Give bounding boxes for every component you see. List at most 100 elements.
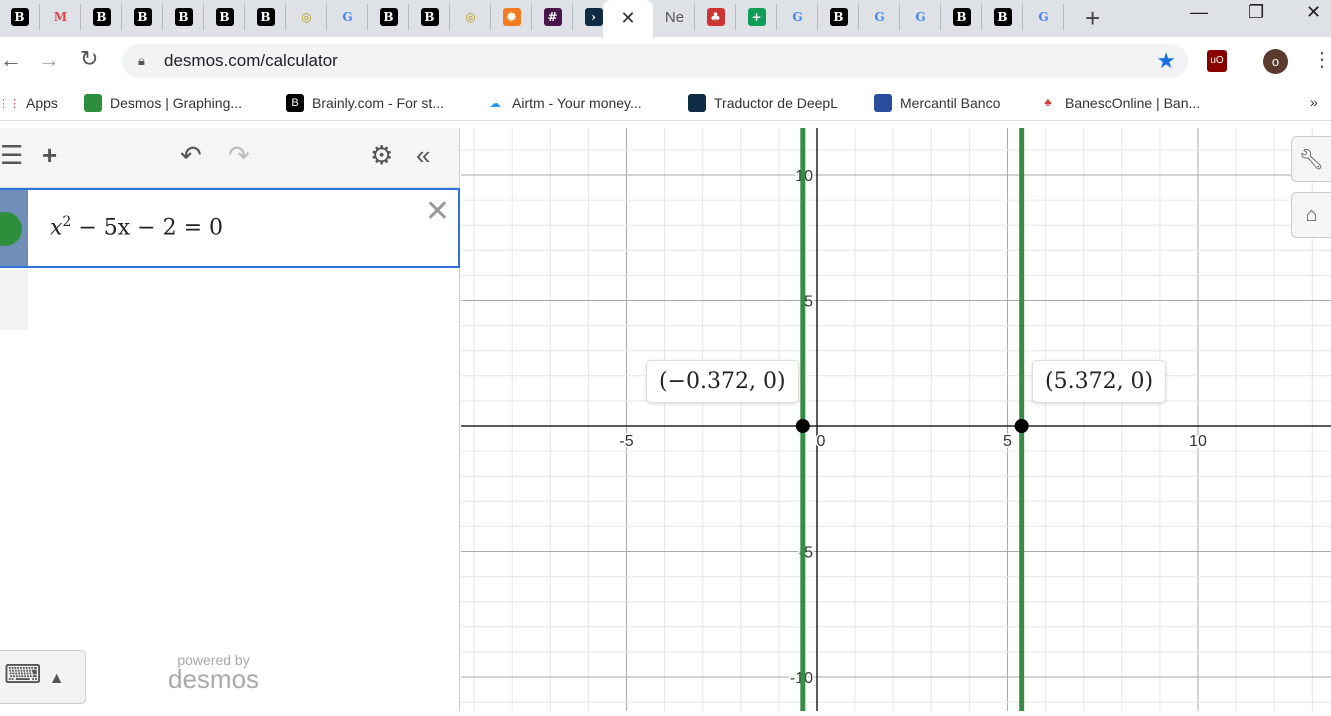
browser-tab[interactable]: ◎ [451, 4, 491, 30]
x-tick-label: 0 [817, 433, 826, 450]
panel-toolbar: ☰ + ↶ ↷ ⚙ « [0, 128, 459, 188]
x-tick-label: 5 [1003, 433, 1012, 450]
apps-icon: ⋮⋮ [0, 94, 20, 112]
bookmarks-bar: ⋮⋮ Apps Desmos | Graphing... B Brainly.com -… [0, 85, 1331, 121]
sheets-icon: + [747, 8, 766, 26]
url-input[interactable]: 🔒︎ desmos.com/calculator ★ [122, 44, 1188, 78]
browser-tab[interactable]: B [819, 4, 859, 30]
browser-tab[interactable]: B [410, 4, 450, 30]
browser-tab[interactable]: G [860, 4, 900, 30]
minimize-button[interactable]: — [1190, 2, 1208, 23]
graph-settings-wrench-icon[interactable]: 🔧︎ [1291, 136, 1331, 182]
address-bar: ← → ↻ 🔒︎ desmos.com/calculator ★ uO o ⋮ [0, 37, 1331, 85]
new-tab-button[interactable]: + [1085, 3, 1100, 34]
bookmark-item[interactable]: Mercantil Banco [874, 94, 1000, 112]
browser-tab[interactable]: Ne [655, 4, 695, 30]
browser-tab[interactable]: + [737, 4, 777, 30]
bookmark-star-icon[interactable]: ★ [1156, 44, 1176, 78]
browser-tab[interactable]: # [533, 4, 573, 30]
ublock-icon[interactable]: uO [1207, 50, 1227, 72]
google-icon: G [915, 10, 926, 24]
browser-tab[interactable]: G [1024, 4, 1064, 30]
bookmark-item[interactable]: ⋮⋮ Apps [0, 94, 58, 112]
browser-tab[interactable]: B [369, 4, 409, 30]
active-tab-close-button[interactable]: ✕ [603, 0, 653, 37]
graph-paper[interactable]: -50510105-5-10 (−0.372, 0) (5.372, 0) 🔧︎… [435, 124, 1331, 711]
bookmark-item[interactable]: ☁ Airtm - Your money... [486, 94, 642, 112]
back-icon[interactable]: ← [0, 47, 22, 73]
browser-tab[interactable]: B [246, 4, 286, 30]
close-window-button[interactable]: ✕ [1306, 2, 1321, 23]
sun-icon: ✹ [502, 8, 521, 26]
settings-gear-icon[interactable]: ⚙ [370, 140, 393, 171]
browser-tab[interactable]: M [41, 4, 81, 30]
brainly-icon: B [10, 8, 29, 26]
reload-icon[interactable]: ↻ [80, 46, 98, 72]
brainly-icon: B [174, 8, 193, 26]
brainly-icon: B [952, 8, 971, 26]
browser-tab[interactable]: B [82, 4, 122, 30]
bookmark-label: Airtm - Your money... [512, 95, 642, 111]
graph-svg[interactable]: -50510105-5-10 [435, 124, 1331, 711]
brainly-icon: B [133, 8, 152, 26]
bookmark-item[interactable]: Desmos | Graphing... [84, 94, 242, 112]
browser-tab[interactable]: B [0, 4, 40, 30]
browser-tab[interactable]: B [164, 4, 204, 30]
forward-icon[interactable]: → [38, 47, 60, 73]
brainly-icon: B [379, 8, 398, 26]
maximize-button[interactable]: ❐ [1248, 2, 1264, 23]
bookmark-label: Brainly.com - For st... [312, 95, 444, 111]
point-label-2[interactable]: (5.372, 0) [1032, 360, 1167, 403]
browser-tab[interactable]: G [901, 4, 941, 30]
mercantil-icon [874, 94, 892, 112]
desmos-icon [84, 94, 102, 112]
google-icon: G [1038, 10, 1049, 24]
intersection-point [1014, 419, 1029, 433]
slack-icon: # [543, 8, 562, 26]
bookmark-item[interactable]: ♣ BanescOnline | Ban... [1039, 94, 1200, 112]
brainly-icon: B [286, 94, 304, 112]
powered-by-desmos[interactable]: powered by desmos [168, 652, 259, 695]
brainly-icon: B [256, 8, 275, 26]
browser-tab[interactable]: G [778, 4, 818, 30]
browser-tab[interactable]: ♣ [696, 4, 736, 30]
banesco-icon: ♣ [1039, 94, 1057, 112]
undo-icon[interactable]: ↶ [180, 140, 202, 171]
keyboard-toggle[interactable]: ⌨ ▲ [0, 650, 86, 704]
bookmark-item[interactable]: Traductor de DeepL [688, 94, 838, 112]
bookmark-item[interactable]: B Brainly.com - For st... [286, 94, 444, 112]
empty-expression-row[interactable] [0, 270, 28, 330]
browser-tab[interactable]: B [123, 4, 163, 30]
point-label-1[interactable]: (−0.372, 0) [646, 360, 799, 403]
brainly-icon: B [993, 8, 1012, 26]
google-icon: G [342, 10, 353, 24]
home-zoom-icon[interactable]: ⌂ [1291, 192, 1331, 238]
bookmarks-more-button[interactable]: » [1310, 94, 1318, 110]
brainly-icon: B [215, 8, 234, 26]
browser-tab[interactable]: B [983, 4, 1023, 30]
profile-avatar[interactable]: o [1263, 49, 1288, 74]
add-expression-icon[interactable]: + [42, 140, 57, 171]
browser-tab[interactable]: B [205, 4, 245, 30]
browser-tab[interactable]: ◎ [287, 4, 327, 30]
menu-icon[interactable]: ⋮ [1312, 47, 1331, 72]
google-icon: G [874, 10, 885, 24]
expression-row[interactable]: x2 − 5x − 2 = 0 ✕ [0, 188, 460, 268]
collapse-panel-icon[interactable]: « [416, 140, 430, 171]
banesco-icon: ♣ [706, 8, 725, 26]
intersection-point [795, 419, 810, 433]
redo-icon[interactable]: ↷ [228, 140, 250, 171]
bookmark-label: BanescOnline | Ban... [1065, 95, 1201, 111]
bookmark-label: Traductor de DeepL [714, 95, 838, 111]
mercadolibre-icon: ◎ [465, 10, 476, 24]
browser-tab[interactable]: ✹ [492, 4, 532, 30]
expression-math[interactable]: x2 − 5x − 2 = 0 [50, 214, 223, 240]
browser-tab[interactable]: G [328, 4, 368, 30]
deepl-icon [688, 94, 706, 112]
bookmark-label: Mercantil Banco [900, 95, 1001, 111]
browser-tab[interactable]: B [942, 4, 982, 30]
mercadolibre-icon: ◎ [301, 10, 312, 24]
delete-expression-icon[interactable]: ✕ [425, 194, 450, 229]
brainly-icon: B [92, 8, 111, 26]
menu-hamburger-icon[interactable]: ☰ [0, 140, 23, 171]
